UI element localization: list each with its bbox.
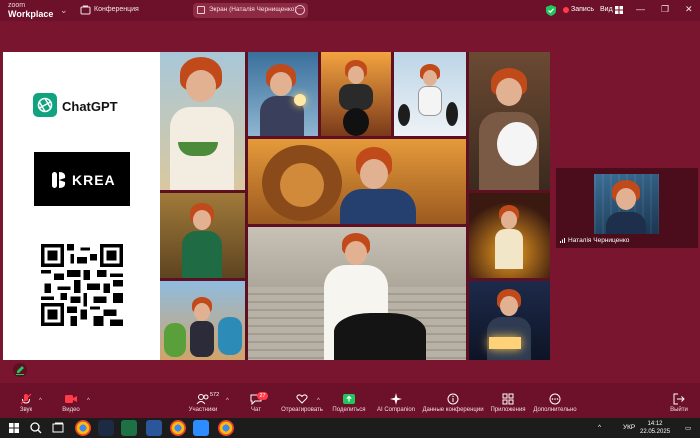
word-icon[interactable] xyxy=(146,420,162,436)
photo-magic-book xyxy=(469,281,550,360)
screen-share-chip[interactable]: Экран (Наталія Чернищенко) ··· xyxy=(193,3,308,18)
notification-icon[interactable]: ▭ xyxy=(685,424,691,432)
share-button[interactable]: Поделиться xyxy=(331,383,367,418)
more-dots-icon xyxy=(549,393,561,405)
chrome-icon[interactable] xyxy=(75,420,91,436)
chevron-down-icon[interactable]: ⌄ xyxy=(60,5,68,16)
photo-motorcycle xyxy=(321,52,391,136)
conference-icon xyxy=(80,5,91,15)
clock-date: 22.05.2025 xyxy=(640,429,671,435)
video-button[interactable]: Видео xyxy=(58,383,84,418)
excel-icon[interactable] xyxy=(121,420,137,436)
clock-time: 14:12 xyxy=(647,421,663,427)
photo-penguins xyxy=(394,52,466,136)
chat-label: Чат xyxy=(251,407,261,413)
shared-screen: ChatGPT KREA xyxy=(3,52,550,360)
chrome-icon[interactable] xyxy=(218,420,234,436)
self-name-label: Наталія Черниценко xyxy=(568,237,630,244)
heart-icon xyxy=(296,394,308,404)
windows-taskbar: ^ УКР 14:12 22.05.2025 ▭ xyxy=(0,418,700,438)
qr-code xyxy=(41,244,123,326)
top-bar: zoom Workplace ⌄ Конференция Экран (Ната… xyxy=(0,0,700,21)
chat-button[interactable]: Чат xyxy=(244,383,268,418)
krea-label: KREA xyxy=(72,172,116,188)
mic-icon xyxy=(20,393,32,405)
logos-panel: ChatGPT KREA xyxy=(3,52,160,360)
photo-white-cat xyxy=(469,52,550,190)
leave-button[interactable]: Выйти xyxy=(668,383,690,418)
screen-chip-label: Экран (Наталія Чернищенко) xyxy=(209,6,297,13)
participants-count: 572 xyxy=(210,392,220,398)
photo-fire-magic xyxy=(469,193,550,278)
self-video-tile[interactable]: Наталія Черниценко xyxy=(556,168,698,248)
taskview-icon[interactable] xyxy=(50,420,66,436)
share-label: Поделиться xyxy=(332,407,366,413)
meeting-info-button[interactable]: Данные конференции xyxy=(422,383,484,418)
maximize-icon[interactable]: ❐ xyxy=(661,5,669,14)
explorer-icon[interactable] xyxy=(98,420,114,436)
info-icon xyxy=(447,393,459,405)
chatgpt-label: ChatGPT xyxy=(62,99,118,114)
ai-companion-label: AI Companion xyxy=(376,407,416,413)
apps-label: Приложения xyxy=(490,407,526,413)
chevron-up-icon[interactable]: ^ xyxy=(39,398,42,404)
minimize-icon[interactable]: — xyxy=(636,5,645,14)
close-icon[interactable]: ✕ xyxy=(685,5,693,14)
chevron-up-icon[interactable]: ^ xyxy=(317,398,320,404)
chatgpt-icon xyxy=(33,93,57,117)
ai-companion-button[interactable]: AI Companion xyxy=(375,383,417,418)
photo-lion xyxy=(248,139,466,224)
record-icon xyxy=(563,7,569,13)
participants-icon xyxy=(196,394,209,405)
krea-logo: KREA xyxy=(34,152,130,206)
grid-icon[interactable] xyxy=(615,6,623,14)
signal-icon xyxy=(560,238,565,243)
video-icon xyxy=(65,395,77,403)
language-indicator[interactable]: УКР xyxy=(623,424,635,431)
leave-icon xyxy=(673,393,685,405)
meeting-info-label: Данные конференции xyxy=(422,407,484,413)
shield-icon[interactable] xyxy=(546,5,556,16)
participants-label: Участники xyxy=(188,407,218,413)
participants-button[interactable]: Участники xyxy=(186,383,220,418)
more-button[interactable]: Дополнительно xyxy=(532,383,578,418)
clock[interactable]: 14:12 22.05.2025 xyxy=(640,420,670,436)
self-video xyxy=(594,174,659,234)
photo-woman-salad xyxy=(160,52,245,190)
share-icon xyxy=(343,394,355,404)
windows-icon[interactable] xyxy=(6,420,22,436)
meeting-toolbar: Звук ^ Видео ^ Участники 572 ^ Чат 27 От… xyxy=(0,383,700,418)
apps-icon xyxy=(502,393,514,405)
annotate-icon[interactable] xyxy=(13,363,27,377)
recording-label[interactable]: Запись xyxy=(571,6,594,13)
krea-icon xyxy=(52,172,66,188)
apps-button[interactable]: Приложения xyxy=(490,383,526,418)
audio-label: Звук xyxy=(19,407,33,413)
search-icon[interactable] xyxy=(28,420,44,436)
photo-green-dress xyxy=(160,193,245,278)
zoom-logo: zoom Workplace xyxy=(8,1,53,19)
video-label: Видео xyxy=(62,407,80,413)
photo-greek-dog xyxy=(248,227,466,360)
react-label: Отреагировать xyxy=(281,407,323,413)
photo-cartoon-monsters xyxy=(160,281,245,360)
screen-icon xyxy=(197,6,205,14)
chrome-icon[interactable] xyxy=(170,420,186,436)
sparkle-icon xyxy=(390,393,402,405)
more-icon[interactable]: ··· xyxy=(295,5,305,15)
logo-line2: Workplace xyxy=(8,9,54,19)
chatgpt-logo: ChatGPT xyxy=(33,93,133,119)
photo-magic-forest xyxy=(248,52,318,136)
chat-badge: 27 xyxy=(257,392,268,400)
chevron-up-icon[interactable]: ^ xyxy=(226,398,229,404)
leave-label: Выйти xyxy=(670,407,688,413)
more-label: Дополнительно xyxy=(533,407,577,413)
chevron-up-icon[interactable]: ^ xyxy=(87,398,90,404)
view-button[interactable]: Вид xyxy=(600,6,613,13)
zoom-icon[interactable] xyxy=(193,420,209,436)
tray-chevron-icon[interactable]: ^ xyxy=(598,424,601,431)
audio-button[interactable]: Звук xyxy=(14,383,38,418)
conference-label[interactable]: Конференция xyxy=(94,6,139,13)
